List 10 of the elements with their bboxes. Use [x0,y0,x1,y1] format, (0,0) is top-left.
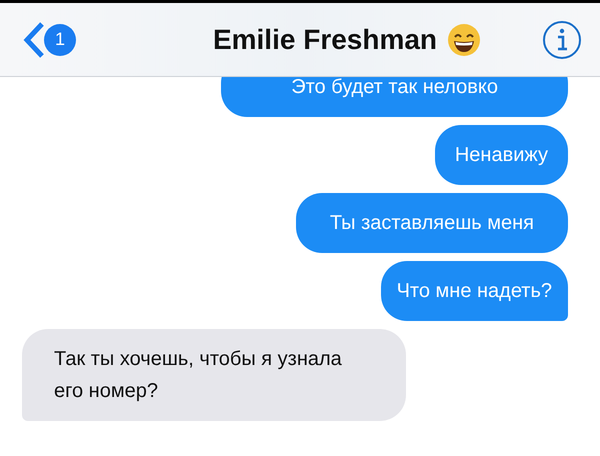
sent-message: Что мне надеть? [380,261,568,321]
info-icon[interactable] [542,20,582,60]
unread-count: 1 [44,24,76,56]
contact-name: Emilie Freshman [212,24,438,56]
back-button[interactable]: 1 [22,20,132,58]
received-message: Так ты хочешь, чтобы я узнала его номер? [22,329,406,421]
smiley-icon [447,22,482,56]
sent-message: Ненавижу [434,125,568,185]
back-chevron-icon [22,20,46,58]
sent-message: Ты заставляешь меня [296,193,568,253]
